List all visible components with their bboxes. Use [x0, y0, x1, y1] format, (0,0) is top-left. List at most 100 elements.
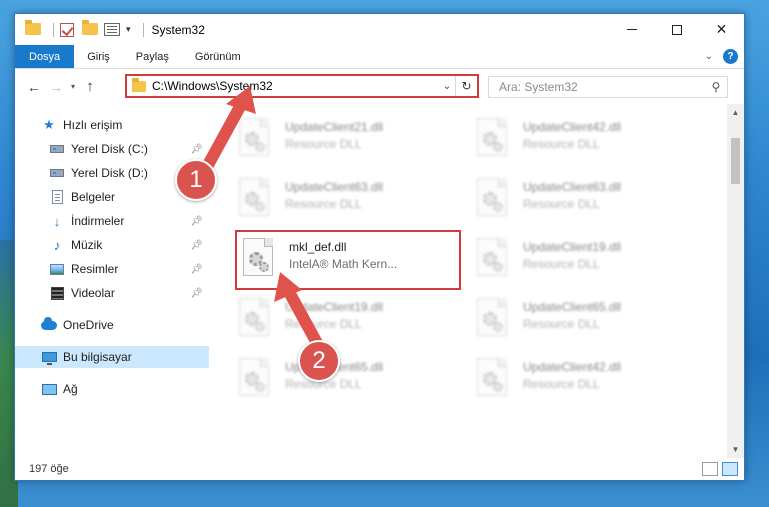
dll-file-icon — [473, 358, 511, 402]
address-row: ← → ▾ ↑ C:\Windows\System32 ⌄ ↻ Ara: Sys… — [15, 70, 744, 103]
drive-icon — [49, 142, 65, 156]
file-item[interactable]: UpdateClient21.dll Resource DLL — [235, 112, 461, 168]
sidebar-item-label: Hızlı erişim — [63, 118, 123, 132]
search-box[interactable]: Ara: System32 ⚲ — [488, 76, 728, 98]
sidebar-item-label: Ağ — [63, 382, 78, 396]
search-input[interactable]: Ara: System32 — [499, 80, 705, 94]
sidebar-item-label: Bu bilgisayar — [63, 350, 132, 364]
address-bar[interactable]: C:\Windows\System32 ⌄ ↻ — [125, 74, 479, 98]
sidebar-item-label: Belgeler — [71, 190, 116, 204]
network-icon — [41, 382, 57, 396]
pin-icon[interactable]: 📌︎ — [190, 264, 203, 275]
address-dropdown-icon[interactable]: ⌄ — [439, 81, 455, 92]
pin-icon[interactable]: 📌︎ — [190, 144, 203, 155]
sidebar-item-label: OneDrive — [63, 318, 114, 332]
file-name: UpdateClient63.dll — [285, 180, 384, 194]
navigation-pane: ★ Hızlı erişim Yerel Disk (C:) 📌︎ Yerel … — [15, 110, 211, 450]
file-name: UpdateClient21.dll — [285, 120, 384, 134]
scroll-up-icon[interactable]: ▲ — [727, 104, 744, 121]
file-description: Resource DLL — [523, 317, 600, 331]
file-item[interactable]: UpdateClient19.dll Resource DLL — [235, 292, 461, 348]
dll-file-icon — [473, 238, 511, 282]
file-item[interactable]: UpdateClient42.dll Resource DLL — [473, 352, 699, 408]
file-name: UpdateClient19.dll — [285, 300, 384, 314]
expand-ribbon-chevron-icon[interactable]: ⌄ — [705, 51, 713, 62]
drive-icon — [49, 166, 65, 180]
onedrive-icon — [41, 316, 57, 332]
title-bar: ▾ System32 ✕ — [15, 14, 744, 45]
callout-badge-1: 1 — [175, 159, 217, 201]
dll-file-icon — [473, 118, 511, 162]
file-description: Resource DLL — [523, 377, 600, 391]
folder-icon — [25, 19, 41, 37]
file-item[interactable]: UpdateClient65.dllResource DLL — [473, 292, 699, 348]
pin-icon[interactable]: 📌︎ — [190, 288, 203, 299]
large-icons-view-icon[interactable] — [722, 462, 738, 476]
scroll-thumb[interactable] — [731, 138, 740, 184]
vertical-scrollbar[interactable]: ▲ ▼ — [727, 104, 744, 458]
details-view-icon[interactable] — [702, 462, 718, 476]
address-path[interactable]: C:\Windows\System32 — [152, 79, 439, 93]
sidebar-item-quick-access[interactable]: ★ Hızlı erişim — [15, 114, 209, 136]
sidebar-item-label: İndirmeler — [71, 214, 125, 228]
dll-file-icon — [473, 178, 511, 222]
file-name: UpdateClient19.dll — [523, 240, 622, 254]
star-icon: ★ — [43, 117, 55, 132]
file-item[interactable]: UpdateClient42.dll Resource DLL — [473, 112, 699, 168]
toolbar-divider — [142, 22, 144, 37]
sidebar-item-music[interactable]: ♪ Müzik 📌︎ — [15, 234, 209, 256]
selected-file-highlight — [235, 230, 461, 290]
tab-file[interactable]: Dosya — [15, 45, 75, 68]
sidebar-item-pictures[interactable]: Resimler 📌︎ — [15, 258, 209, 280]
sidebar-item-network[interactable]: Ağ — [15, 378, 209, 400]
file-name: UpdateClient42.dll — [523, 360, 622, 374]
pin-icon[interactable]: 📌︎ — [190, 240, 203, 251]
tab-home[interactable]: Giriş — [74, 45, 123, 68]
up-button[interactable]: ↑ — [79, 78, 101, 95]
customize-toolbar-dropdown[interactable]: ▾ — [126, 24, 131, 35]
help-icon[interactable]: ? — [723, 49, 738, 64]
forward-button[interactable]: → — [45, 79, 67, 95]
properties-icon[interactable] — [104, 22, 120, 37]
maximize-icon — [671, 24, 682, 35]
minimize-button[interactable] — [609, 14, 654, 45]
file-description: Resource DLL — [523, 137, 600, 151]
pin-icon[interactable]: 📌︎ — [190, 216, 203, 227]
sidebar-item-label: Müzik — [71, 238, 103, 252]
properties-check-icon[interactable] — [60, 22, 76, 37]
dll-file-icon — [235, 118, 273, 162]
file-item[interactable]: UpdateClient65.dllResource DLL — [235, 352, 461, 408]
sidebar-item-onedrive[interactable]: OneDrive — [15, 314, 209, 336]
close-button[interactable]: ✕ — [699, 14, 744, 45]
window-controls: ✕ — [609, 14, 744, 45]
recent-locations-dropdown[interactable]: ▾ — [67, 82, 79, 91]
status-bar: 197 öğe — [15, 458, 744, 480]
back-button[interactable]: ← — [23, 79, 45, 95]
maximize-button[interactable] — [654, 14, 699, 45]
file-item[interactable]: UpdateClient19.dll Resource DLL — [473, 232, 699, 288]
search-icon[interactable]: ⚲ — [705, 80, 727, 94]
new-folder-icon[interactable] — [82, 19, 98, 37]
sidebar-item-this-pc[interactable]: Bu bilgisayar — [15, 346, 209, 368]
scroll-down-icon[interactable]: ▼ — [727, 441, 744, 458]
sidebar-item-local-disk-c[interactable]: Yerel Disk (C:) 📌︎ — [15, 138, 209, 160]
sidebar-item-videos[interactable]: Videolar 📌︎ — [15, 282, 209, 304]
sidebar-item-downloads[interactable]: ↓ İndirmeler 📌︎ — [15, 210, 209, 232]
file-item[interactable]: UpdateClient63.dll Resource DLL — [235, 172, 461, 228]
file-description: Resource DLL — [285, 377, 362, 391]
window-title: System32 — [151, 22, 205, 37]
sidebar-item-label: Videolar — [71, 286, 115, 300]
file-name: UpdateClient42.dll — [523, 120, 622, 134]
documents-icon — [49, 190, 65, 204]
file-description: Resource DLL — [285, 197, 362, 211]
folder-icon — [132, 77, 146, 92]
videos-icon — [49, 286, 65, 300]
ribbon-tabs: Dosya Giriş Paylaş Görünüm ⌄ ? — [15, 45, 744, 69]
refresh-icon[interactable]: ↻ — [455, 76, 477, 96]
tab-share[interactable]: Paylaş — [123, 45, 182, 68]
tab-view[interactable]: Görünüm — [182, 45, 254, 68]
file-item[interactable]: UpdateClient63.dll Resource DLL — [473, 172, 699, 228]
music-icon: ♪ — [53, 237, 61, 253]
file-description: Resource DLL — [523, 197, 600, 211]
item-count: 197 öğe — [29, 463, 69, 475]
